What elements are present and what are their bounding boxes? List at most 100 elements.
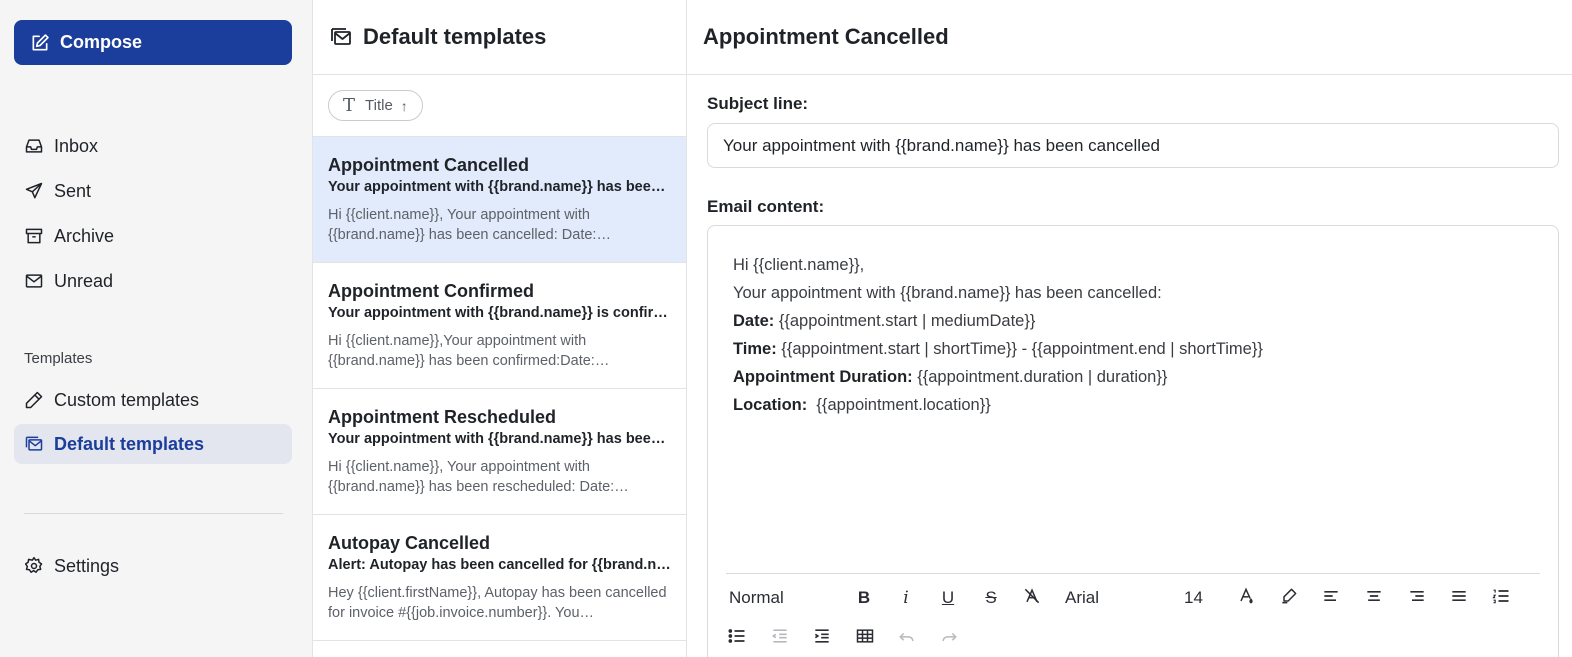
clear-format-button[interactable] (1018, 584, 1046, 612)
date-value: {{appointment.start | mediumDate}} (774, 312, 1036, 330)
edit-icon (30, 33, 50, 53)
pen-icon (24, 390, 44, 410)
italic-button[interactable]: i (892, 584, 920, 612)
highlight-button[interactable] (1275, 584, 1303, 612)
sidebar-item-sent[interactable]: Sent (14, 171, 292, 211)
paragraph-style-select[interactable]: Normal (729, 584, 784, 612)
bold-button[interactable]: B (850, 584, 878, 612)
sidebar-item-default-templates[interactable]: Default templates (14, 424, 292, 464)
template-name: Appointment Cancelled (328, 155, 530, 175)
underline-button[interactable]: U (934, 584, 962, 612)
italic-icon: i (903, 588, 909, 608)
sidebar-item-label: Settings (54, 555, 120, 576)
location-value: {{appointment.location}} (807, 396, 991, 414)
template-subject: Your appointment with {{brand.name}} is … (328, 305, 668, 321)
editor-toolbar: Normal B i U S Arial 14 (726, 573, 1540, 643)
mail-stack-icon (24, 434, 44, 454)
template-preview: Hi {{client.name}}, Your appointment wit… (328, 207, 611, 243)
sort-label: Title (365, 97, 393, 114)
align-justify-button[interactable] (1445, 584, 1473, 612)
redo-icon (939, 626, 959, 651)
strikethrough-button[interactable]: S (977, 584, 1005, 612)
send-icon (24, 181, 44, 201)
arrow-up-icon: ↑ (400, 97, 408, 114)
template-subject: Alert: Autopay has been cancelled for {{… (328, 557, 672, 573)
template-list-pane: Default templates T Title ↑ Appointment … (313, 0, 687, 657)
template-name: Appointment Confirmed (328, 281, 534, 301)
align-center-button[interactable] (1360, 584, 1388, 612)
redo-button[interactable] (935, 624, 963, 652)
text-color-button[interactable] (1232, 584, 1260, 612)
compose-label: Compose (60, 32, 143, 52)
undo-icon (897, 626, 917, 651)
sidebar: Compose Inbox Sent Archive Unread Templa… (0, 0, 313, 657)
sort-bar: T Title ↑ (313, 75, 686, 137)
indent-icon (812, 626, 832, 651)
detail-title: Appointment Cancelled (703, 24, 949, 49)
content-greeting: Hi {{client.name}}, (733, 256, 865, 274)
detail-header: Appointment Cancelled (687, 0, 1572, 75)
sidebar-item-custom-templates[interactable]: Custom templates (14, 380, 292, 420)
insert-table-button[interactable] (851, 624, 879, 652)
sidebar-item-settings[interactable]: Settings (14, 546, 292, 586)
subject-line-input[interactable] (707, 123, 1559, 168)
undo-button[interactable] (893, 624, 921, 652)
email-content-editor[interactable]: Hi {{client.name}}, Your appointment wit… (707, 225, 1559, 657)
align-left-button[interactable] (1317, 584, 1345, 612)
template-preview: Hi {{client.name}},Your appointment with… (328, 333, 610, 369)
template-preview: Hey {{client.firstName}}, Autopay has be… (328, 585, 667, 621)
align-right-icon (1407, 586, 1427, 611)
strikethrough-icon: S (985, 588, 997, 607)
ordered-list-button[interactable] (1487, 584, 1515, 612)
template-name: Appointment Rescheduled (328, 407, 557, 427)
template-list-item[interactable]: Appointment Cancelled Your appointment w… (313, 137, 686, 263)
list-header: Default templates (313, 0, 686, 75)
sidebar-item-label: Archive (54, 225, 115, 246)
time-label: Time: (733, 340, 777, 358)
duration-value: {{appointment.duration | duration}} (912, 368, 1168, 386)
align-center-icon (1364, 586, 1384, 611)
compose-button[interactable]: Compose (14, 20, 292, 65)
font-size-select[interactable]: 14 (1184, 584, 1203, 612)
bold-icon: B (857, 588, 871, 607)
bullet-list-icon (727, 626, 747, 651)
subject-line-label: Subject line: (707, 94, 809, 113)
font-family-select[interactable]: Arial (1065, 584, 1099, 612)
align-left-icon (1321, 586, 1341, 611)
highlighter-icon (1279, 586, 1299, 611)
gear-icon (24, 556, 44, 576)
archive-icon (24, 226, 44, 246)
template-list-item[interactable]: Appointment Confirmed Your appointment w… (313, 263, 686, 389)
sidebar-item-label: Default templates (54, 433, 205, 454)
clear-format-icon (1022, 586, 1042, 611)
mail-stack-icon (329, 25, 353, 49)
content-date-line: Date: {{appointment.start | mediumDate}} (733, 307, 1263, 335)
align-justify-icon (1449, 586, 1469, 611)
sidebar-item-label: Inbox (54, 135, 99, 156)
align-right-button[interactable] (1403, 584, 1431, 612)
sidebar-item-label: Custom templates (54, 389, 200, 410)
sidebar-divider (24, 513, 283, 514)
editor-body[interactable]: Hi {{client.name}}, Your appointment wit… (733, 251, 1263, 419)
sidebar-item-archive[interactable]: Archive (14, 216, 292, 256)
date-label: Date: (733, 312, 775, 330)
sort-by-title-button[interactable]: T Title ↑ (328, 90, 423, 121)
mail-icon (24, 271, 44, 291)
template-list-item[interactable]: Autopay Cancelled Alert: Autopay has bee… (313, 515, 686, 641)
sidebar-item-inbox[interactable]: Inbox (14, 126, 292, 166)
bullet-list-button[interactable] (723, 624, 751, 652)
template-list-item[interactable]: Appointment Rescheduled Your appointment… (313, 389, 686, 515)
underline-icon: U (941, 588, 955, 607)
content-location-line: Location: {{appointment.location}} (733, 391, 1263, 419)
time-value: {{appointment.start | shortTime}} - {{ap… (776, 340, 1263, 358)
table-icon (855, 626, 875, 651)
template-subject: Your appointment with {{brand.name}} has… (328, 179, 672, 195)
sidebar-item-unread[interactable]: Unread (14, 261, 292, 301)
sidebar-item-label: Sent (54, 180, 92, 201)
indent-button[interactable] (808, 624, 836, 652)
outdent-button[interactable] (766, 624, 794, 652)
content-time-line: Time: {{appointment.start | shortTime}} … (733, 335, 1263, 363)
location-label: Location: (733, 396, 808, 414)
sidebar-item-label: Unread (54, 270, 114, 291)
text-color-icon (1236, 586, 1256, 611)
